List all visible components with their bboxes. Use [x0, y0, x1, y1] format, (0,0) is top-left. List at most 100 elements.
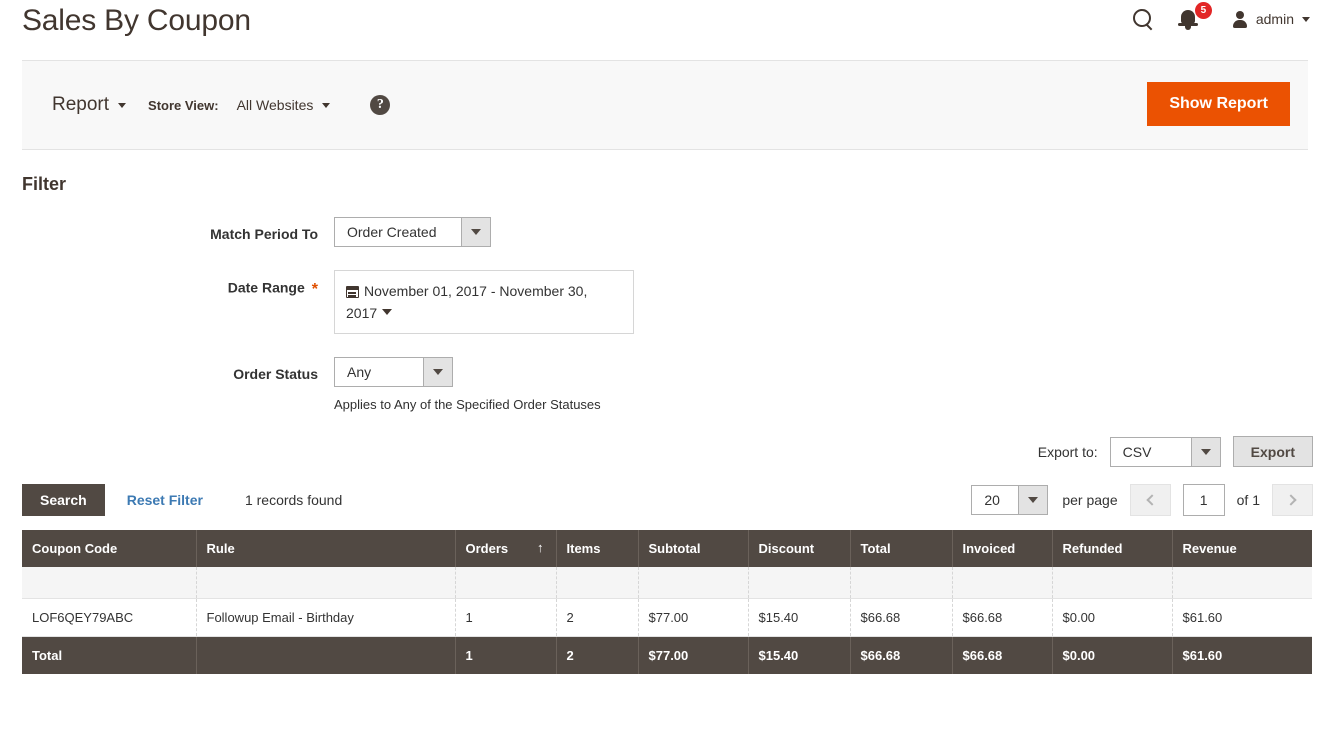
total-revenue: $61.60	[1172, 636, 1312, 674]
filter-cell-items[interactable]	[556, 567, 639, 599]
chevron-down-icon	[382, 309, 393, 315]
admin-menu[interactable]: admin	[1232, 10, 1310, 28]
chevron-right-icon	[1285, 494, 1297, 506]
page-actions-toolbar: Report Store View: All Websites ? Show R…	[22, 60, 1308, 150]
filter-cell-revenue[interactable]	[1172, 567, 1312, 599]
total-invoiced: $66.68	[952, 636, 1053, 674]
column-label: Discount	[758, 541, 815, 556]
report-menu-button[interactable]: Report	[52, 94, 127, 116]
next-page-button[interactable]	[1272, 484, 1313, 516]
total-items: 2	[556, 636, 639, 674]
total-pages-label: of 1	[1236, 492, 1260, 508]
total-total: $66.68	[850, 636, 953, 674]
reset-filter-link[interactable]: Reset Filter	[127, 492, 203, 508]
form-row-order-status: Order Status Any Applies to Any of the S…	[0, 357, 1330, 412]
help-icon[interactable]: ?	[370, 95, 391, 115]
filter-cell-discount[interactable]	[748, 567, 851, 599]
page-title: Sales By Coupon	[22, 4, 251, 37]
export-controls: Export to: CSV Export	[0, 436, 1313, 467]
page-header: Sales By Coupon 5 admin	[0, 0, 1330, 60]
total-discount: $15.40	[748, 636, 851, 674]
total-orders: 1	[455, 636, 557, 674]
match-period-label: Match Period To	[210, 226, 318, 242]
chevron-down-icon	[118, 102, 127, 108]
column-header-items[interactable]: Items	[556, 530, 639, 567]
chevron-left-icon	[1145, 494, 1158, 506]
column-header-orders[interactable]: Orders ↑	[455, 530, 557, 567]
chevron-down-icon	[322, 102, 331, 108]
per-page-label: per page	[1062, 492, 1118, 508]
column-label: Total	[860, 541, 891, 556]
avatar-icon	[1232, 10, 1248, 28]
filter-cell-refunded[interactable]	[1052, 567, 1173, 599]
pager: 20 per page of 1	[971, 484, 1313, 516]
previous-page-button[interactable]	[1129, 484, 1171, 516]
table-row[interactable]: LOF6QEY79ABC Followup Email - Birthday 1…	[22, 598, 1312, 637]
column-header-rule[interactable]: Rule	[196, 530, 456, 567]
match-period-value: Order Created	[347, 224, 437, 240]
order-status-select[interactable]: Any	[334, 357, 453, 387]
grid-filter-row	[22, 567, 1312, 599]
cell-rule: Followup Email - Birthday	[196, 598, 456, 637]
cell-orders: 1	[455, 598, 557, 637]
sort-indicator-ascending: ↑	[537, 540, 544, 555]
column-header-total[interactable]: Total	[850, 530, 953, 567]
store-view-switcher[interactable]: All Websites	[237, 97, 331, 113]
column-label: Rule	[206, 541, 235, 556]
date-range-input[interactable]: November 01, 2017 - November 30, 2017	[334, 270, 634, 334]
chevron-down-icon	[461, 218, 490, 246]
filter-cell-subtotal[interactable]	[638, 567, 749, 599]
filter-cell-rule[interactable]	[196, 567, 456, 599]
column-header-revenue[interactable]: Revenue	[1172, 530, 1312, 567]
cell-total: $66.68	[850, 598, 953, 637]
date-range-value: November 01, 2017 - November 30, 2017	[346, 283, 588, 321]
date-range-label-text: Date Range	[227, 279, 305, 296]
notification-count-badge: 5	[1194, 2, 1212, 19]
form-row-match-period: Match Period To Order Created	[0, 217, 1330, 247]
export-to-label: Export to:	[1037, 443, 1098, 460]
cell-refunded: $0.00	[1052, 598, 1173, 637]
column-label: Orders	[465, 541, 509, 556]
column-header-discount[interactable]: Discount	[748, 530, 851, 567]
chevron-down-icon	[1302, 16, 1310, 22]
column-label: Refunded	[1062, 541, 1123, 556]
admin-name-label: admin	[1255, 11, 1294, 27]
cell-subtotal: $77.00	[638, 598, 749, 637]
filter-cell-coupon-code[interactable]	[22, 567, 197, 599]
order-status-label: Order Status	[233, 366, 318, 382]
cell-discount: $15.40	[748, 598, 851, 637]
column-label: Items	[566, 541, 601, 556]
grid-controls: Search Reset Filter 1 records found 20 p…	[22, 483, 1313, 517]
column-header-subtotal[interactable]: Subtotal	[638, 530, 749, 567]
cell-coupon-code: LOF6QEY79ABC	[22, 598, 197, 637]
store-view-label: Store View:	[148, 97, 219, 113]
filter-cell-orders[interactable]	[455, 567, 557, 599]
date-range-label: Date Range *	[0, 270, 318, 299]
notifications-button[interactable]: 5	[1177, 2, 1212, 32]
filter-cell-total[interactable]	[850, 567, 953, 599]
records-found-label: 1 records found	[244, 492, 343, 508]
grid-header-row: Coupon Code Rule Orders ↑ Items Subtotal	[22, 530, 1312, 567]
match-period-select[interactable]: Order Created	[334, 217, 491, 247]
form-row-date-range: Date Range * November 01, 2017 - November…	[0, 270, 1330, 334]
search-icon[interactable]	[1132, 8, 1154, 30]
show-report-button[interactable]: Show Report	[1147, 82, 1290, 126]
column-header-invoiced[interactable]: Invoiced	[952, 530, 1053, 567]
export-format-select[interactable]: CSV	[1109, 436, 1221, 467]
filter-cell-invoiced[interactable]	[952, 567, 1053, 599]
total-refunded: $0.00	[1052, 636, 1173, 674]
filter-heading: Filter	[22, 174, 67, 194]
chevron-down-icon	[423, 358, 452, 386]
export-button[interactable]: Export	[1232, 436, 1313, 467]
cell-items: 2	[556, 598, 639, 637]
total-rule	[196, 636, 456, 674]
current-page-input[interactable]	[1182, 484, 1225, 516]
report-grid-wrapper: Coupon Code Rule Orders ↑ Items Subtotal	[22, 530, 1312, 674]
column-header-refunded[interactable]: Refunded	[1052, 530, 1173, 567]
chevron-down-icon	[1018, 486, 1048, 514]
per-page-select[interactable]: 20	[971, 485, 1049, 515]
column-header-coupon-code[interactable]: Coupon Code	[22, 530, 197, 567]
bell-icon	[1177, 10, 1198, 30]
total-subtotal: $77.00	[638, 636, 749, 674]
search-button[interactable]: Search	[22, 484, 105, 516]
